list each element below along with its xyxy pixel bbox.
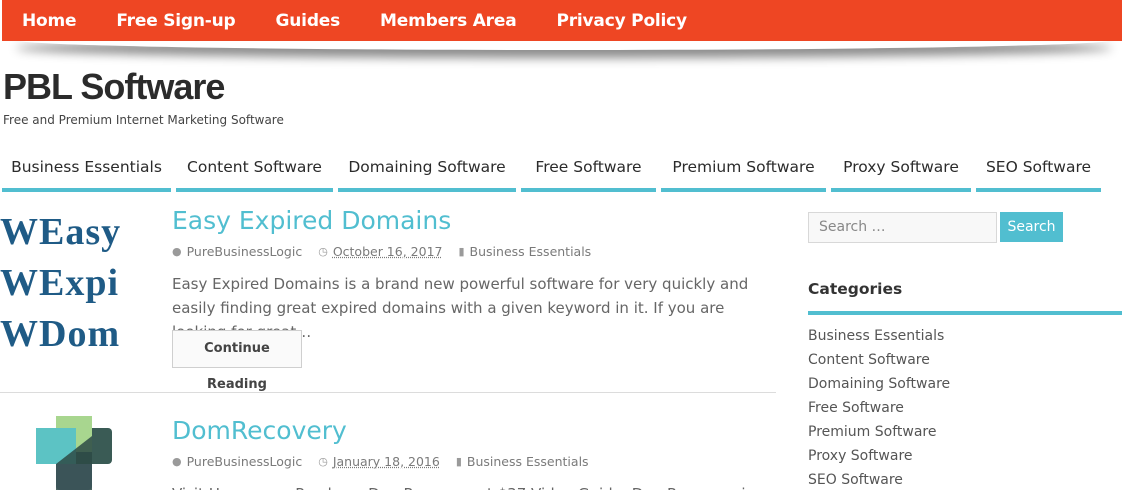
post-excerpt: Visit Homepage Purchase DomRecovery at $… — [172, 482, 772, 490]
user-icon: ● — [172, 455, 182, 468]
widget-title-underline — [808, 311, 1122, 315]
categories-list: Business Essentials Content Software Dom… — [808, 324, 950, 490]
date-text[interactable]: January 18, 2016 — [333, 454, 440, 469]
clock-icon: ◷ — [318, 455, 328, 468]
post-date: ◷ January 18, 2016 — [318, 454, 440, 469]
post-title[interactable]: DomRecovery — [172, 416, 347, 445]
post-category: ▮ Business Essentials — [456, 454, 589, 469]
categories-widget-title: Categories — [808, 280, 903, 298]
search-button[interactable]: Search — [1000, 212, 1063, 242]
author-name[interactable]: PureBusinessLogic — [187, 454, 303, 469]
category-link[interactable]: Domaining Software — [808, 372, 950, 396]
post-domrecovery: DomRecovery ● PureBusinessLogic ◷ Januar… — [0, 0, 776, 490]
category-link[interactable]: Content Software — [808, 348, 950, 372]
category-link[interactable]: Premium Software — [808, 420, 950, 444]
category-link[interactable]: Business Essentials — [808, 324, 950, 348]
category-link[interactable]: Free Software — [808, 396, 950, 420]
category-link[interactable]: SEO Software — [808, 468, 950, 490]
post-thumbnail[interactable] — [0, 416, 152, 490]
catnav-seo-software[interactable]: SEO Software — [976, 150, 1101, 192]
category-link[interactable]: Proxy Software — [808, 444, 950, 468]
post-meta: ● PureBusinessLogic ◷ January 18, 2016 ▮… — [172, 454, 605, 469]
category-text[interactable]: Business Essentials — [467, 454, 589, 469]
folder-icon: ▮ — [455, 455, 462, 468]
post-author: ● PureBusinessLogic — [172, 454, 302, 469]
catnav-proxy-software[interactable]: Proxy Software — [831, 150, 971, 192]
domrecovery-logo — [36, 416, 112, 490]
search-input[interactable]: Search … — [808, 212, 997, 243]
